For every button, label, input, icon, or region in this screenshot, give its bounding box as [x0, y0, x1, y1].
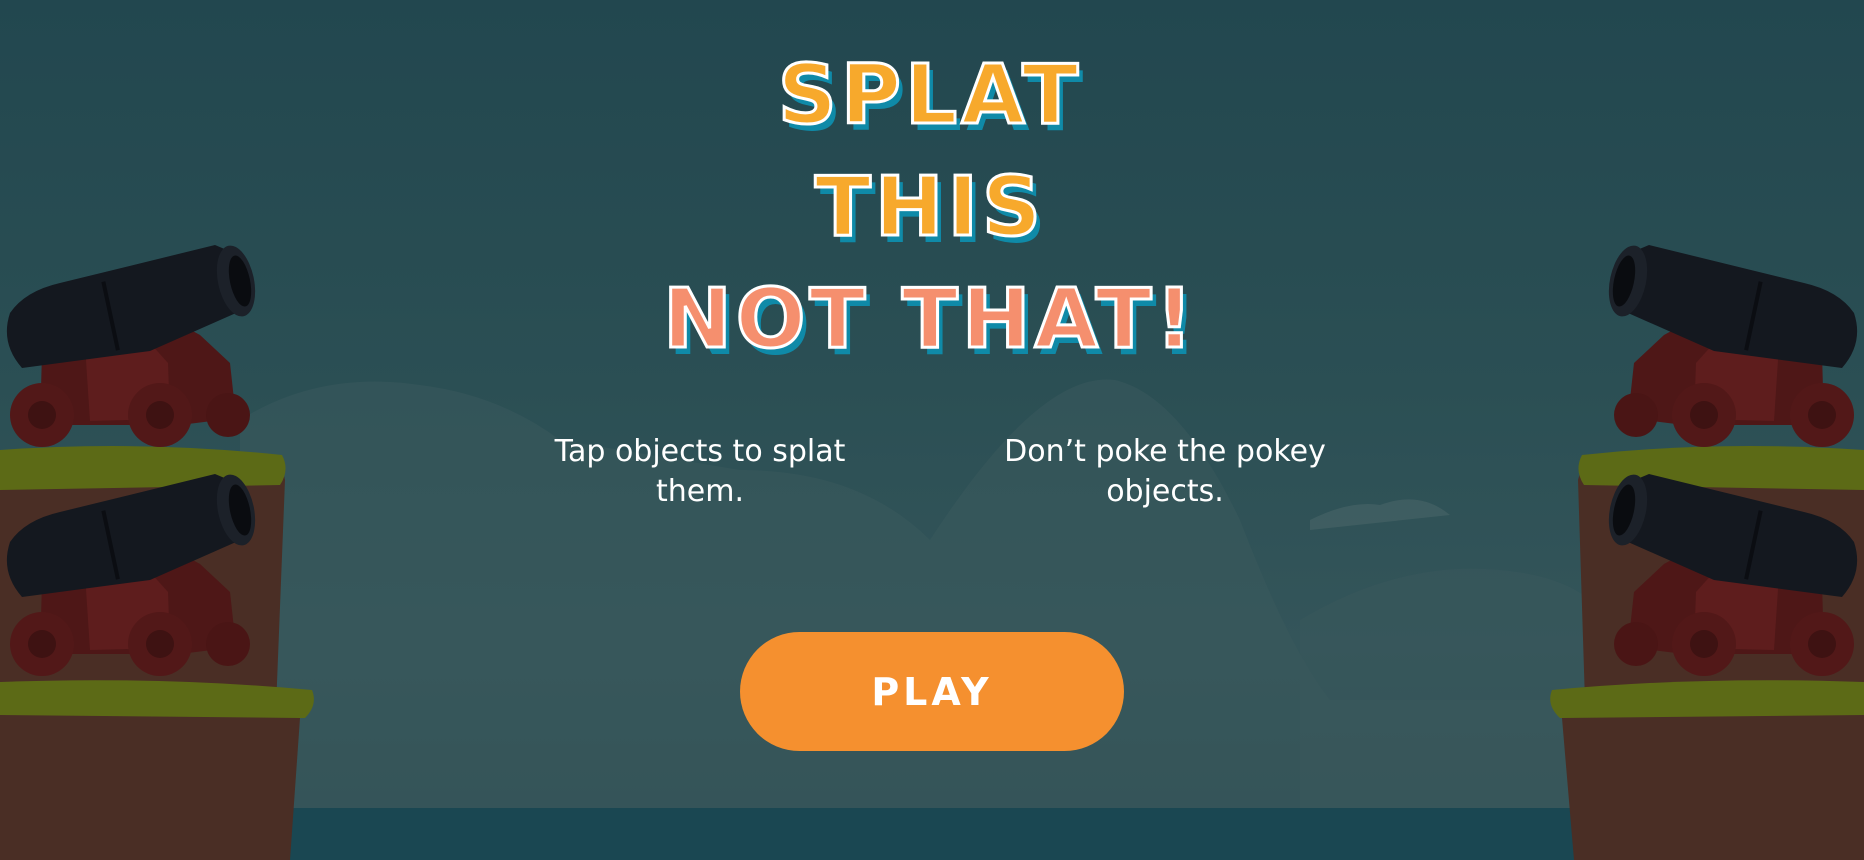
instruction-avoid: Don’t poke the pokey objects.	[1004, 434, 1326, 509]
instruction-tap: Tap objects to splat them.	[554, 434, 846, 509]
cannon-icon	[1602, 242, 1858, 447]
game-title: SPLAT THIS NOT THAT!	[660, 40, 1200, 376]
cannon-icon	[6, 242, 262, 447]
title-line-1: SPLAT THIS	[776, 47, 1083, 257]
title-line-2: NOT THAT!	[662, 271, 1197, 369]
play-button[interactable]: PLAY	[740, 632, 1124, 751]
